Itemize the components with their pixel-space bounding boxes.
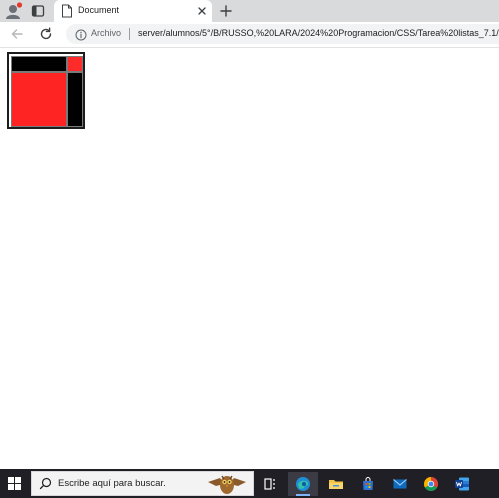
taskbar-search[interactable]: Escribe aquí para buscar. <box>31 471 254 496</box>
search-highlight-owl-icon <box>204 472 250 495</box>
tab-strip: Document <box>0 0 499 22</box>
windows-start-icon[interactable] <box>8 477 21 490</box>
chrome-icon[interactable] <box>416 472 446 496</box>
active-app-indicator <box>296 494 310 496</box>
address-separator <box>129 28 130 40</box>
address-bar[interactable]: Archivo server/alumnos/5°/B/RUSSO,%20LAR… <box>66 24 499 44</box>
word-icon[interactable] <box>447 472 477 496</box>
reload-icon[interactable] <box>38 26 54 42</box>
cell-bottom-left <box>11 72 67 127</box>
cell-top-left <box>11 56 67 72</box>
info-icon[interactable] <box>75 28 87 41</box>
page-viewport <box>0 48 499 469</box>
edge-icon[interactable] <box>288 472 318 496</box>
screen: Document Archivo server/alumnos/5°/B/RUS… <box>0 0 499 498</box>
store-icon[interactable] <box>353 472 383 496</box>
url-text[interactable]: server/alumnos/5°/B/RUSSO,%20LARA/2024%2… <box>138 28 499 38</box>
file-explorer-icon[interactable] <box>321 472 351 496</box>
taskbar: Escribe aquí para buscar. <box>0 469 499 498</box>
close-icon[interactable] <box>195 4 209 18</box>
tab-title: Document <box>78 5 120 15</box>
profile-icon[interactable] <box>4 2 24 20</box>
search-icon <box>39 477 52 490</box>
search-placeholder: Escribe aquí para buscar. <box>58 478 166 489</box>
plus-icon[interactable] <box>218 3 234 19</box>
page-icon <box>61 4 73 18</box>
cell-bottom-right <box>67 72 83 127</box>
browser-toolbar: Archivo server/alumnos/5°/B/RUSSO,%20LAR… <box>0 22 499 48</box>
protocol-label: Archivo <box>91 28 122 38</box>
tab-document[interactable]: Document <box>54 0 212 22</box>
tab-actions-icon[interactable] <box>30 3 46 19</box>
task-view-icon[interactable] <box>255 472 285 496</box>
back-arrow-icon[interactable] <box>9 26 25 42</box>
mail-icon[interactable] <box>385 472 415 496</box>
box-grid <box>7 52 85 129</box>
cell-top-right <box>67 56 83 72</box>
